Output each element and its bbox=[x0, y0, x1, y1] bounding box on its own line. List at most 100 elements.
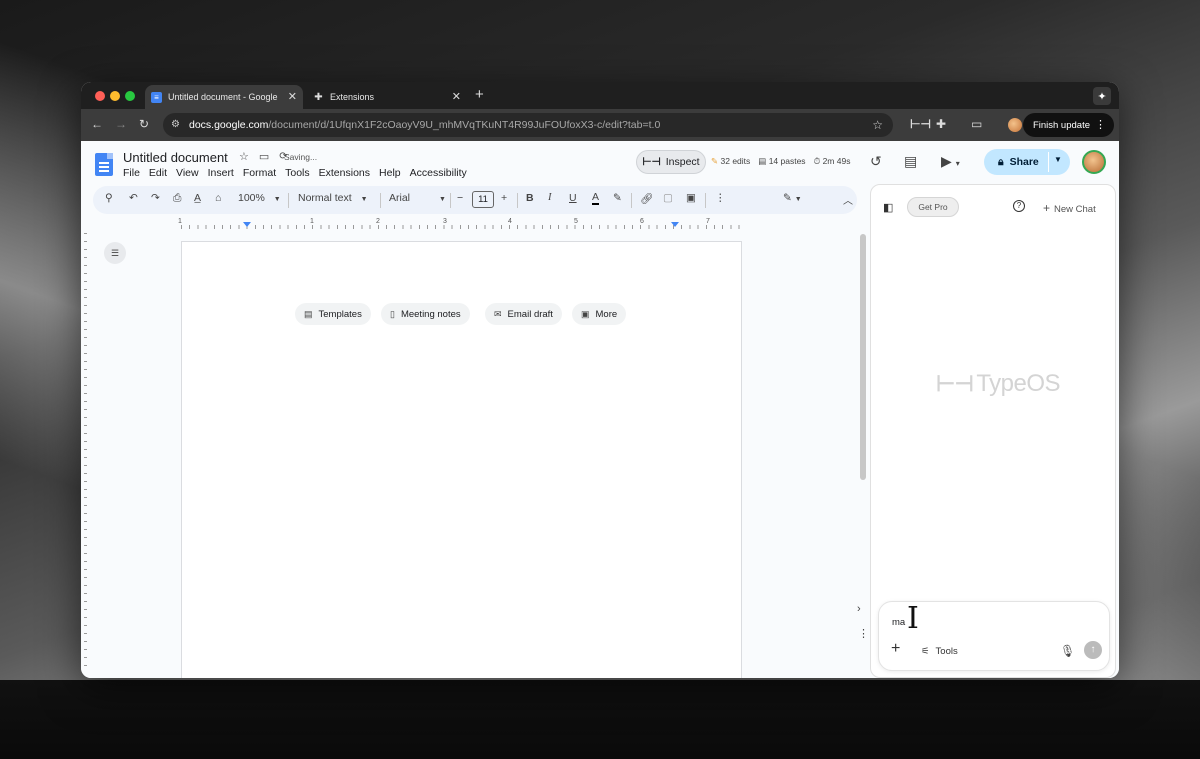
spellcheck-icon[interactable]: A̲ bbox=[194, 192, 201, 204]
address-toolbar: ← → ↻ ⚙ docs.google.com/document/d/1Ufqn… bbox=[81, 109, 1119, 141]
back-icon[interactable]: ← bbox=[91, 117, 103, 131]
new-chat-label: New Chat bbox=[1054, 204, 1096, 215]
account-avatar[interactable] bbox=[1082, 150, 1106, 174]
paint-format-icon[interactable]: ⌂ bbox=[215, 192, 221, 204]
link-icon[interactable]: 🔗︎ bbox=[640, 192, 653, 205]
chip-label: Templates bbox=[318, 308, 362, 320]
maximize-window-button[interactable] bbox=[125, 91, 135, 101]
zoom-select[interactable]: 100% ▼ bbox=[238, 192, 281, 204]
close-tab-icon[interactable]: ✕ bbox=[288, 90, 297, 103]
email-draft-chip[interactable]: ✉ Email draft bbox=[485, 303, 562, 325]
bold-icon[interactable]: B bbox=[526, 192, 534, 204]
close-tab-icon[interactable]: ✕ bbox=[452, 90, 461, 103]
style-select[interactable]: Normal text ▼ bbox=[298, 192, 368, 204]
insert-image-icon[interactable]: ▣ bbox=[686, 192, 696, 204]
ruler-number: 1 bbox=[310, 218, 314, 225]
new-chat-button[interactable]: + New Chat bbox=[1043, 201, 1096, 215]
menu-accessibility[interactable]: Accessibility bbox=[410, 167, 467, 179]
tab-title: Extensions bbox=[330, 92, 375, 102]
collapse-menus-icon[interactable]: ︿ bbox=[843, 192, 853, 207]
highlight-icon[interactable]: ✎ bbox=[613, 192, 622, 204]
font-size-input[interactable]: 11 bbox=[472, 191, 494, 208]
chevron-down-icon: ▼ bbox=[360, 196, 368, 203]
browser-menu-icon[interactable]: ⋮ bbox=[1095, 118, 1106, 131]
version-history-icon[interactable]: ↺ bbox=[870, 153, 882, 170]
redo-icon[interactable]: ↷ bbox=[151, 192, 160, 204]
sparkle-icon[interactable]: ✦ bbox=[1093, 87, 1111, 105]
add-attachment-icon[interactable]: + bbox=[891, 640, 900, 658]
star-icon[interactable]: ☆ bbox=[239, 150, 249, 163]
forward-icon[interactable]: → bbox=[115, 117, 127, 131]
menu-view[interactable]: View bbox=[176, 167, 199, 179]
new-tab-button[interactable]: + bbox=[475, 86, 484, 103]
editing-mode-icon[interactable]: ✎ ▼ bbox=[783, 192, 802, 204]
inspect-label: Inspect bbox=[665, 156, 700, 168]
print-icon[interactable]: ⎙ bbox=[173, 192, 181, 205]
tab-google-docs[interactable]: ≡ Untitled document - Google D ✕ bbox=[145, 85, 303, 109]
decrease-font-icon[interactable]: − bbox=[457, 192, 463, 204]
typeos-extension-icon[interactable]: ⊢⊣ bbox=[910, 117, 931, 131]
search-menus-icon[interactable]: ⚲ bbox=[105, 192, 113, 204]
right-indent-marker[interactable] bbox=[671, 222, 679, 227]
horizontal-ruler: 1 1 2 3 4 5 6 7 bbox=[178, 218, 861, 230]
share-button[interactable]: 🔒︎ Share ▼ bbox=[984, 149, 1070, 175]
chevron-right-icon[interactable]: › bbox=[857, 603, 861, 615]
document-title[interactable]: Untitled document bbox=[123, 150, 228, 165]
document-scrollbar[interactable] bbox=[860, 234, 866, 480]
bookmark-star-icon[interactable]: ☆ bbox=[872, 118, 883, 132]
increase-font-icon[interactable]: + bbox=[501, 192, 507, 204]
document-page[interactable]: ▤ Templates ▯ Meeting notes ✉ Email draf… bbox=[181, 241, 742, 678]
composer-input[interactable]: ma bbox=[892, 617, 905, 628]
ruler-number: 1 bbox=[178, 218, 182, 225]
chevron-down-icon: ▼ bbox=[273, 196, 281, 203]
meet-video-icon[interactable]: ▶ ▾ bbox=[941, 153, 960, 170]
comments-icon[interactable]: ▤ bbox=[904, 153, 917, 170]
share-dropdown-icon[interactable]: ▼ bbox=[1054, 155, 1062, 164]
menu-insert[interactable]: Insert bbox=[208, 167, 234, 179]
share-label: Share bbox=[1009, 156, 1039, 168]
undo-icon[interactable]: ↶ bbox=[129, 192, 138, 204]
minimize-window-button[interactable] bbox=[110, 91, 120, 101]
menu-format[interactable]: Format bbox=[243, 167, 276, 179]
more-chip[interactable]: ▣ More bbox=[572, 303, 627, 325]
document-outline-icon[interactable]: ☰ bbox=[104, 242, 126, 264]
finish-update-button[interactable]: Finish update ⋮ bbox=[1022, 113, 1114, 137]
ruler-number: 5 bbox=[574, 218, 578, 225]
tab-search-icon[interactable]: ▭ bbox=[971, 117, 982, 131]
move-folder-icon[interactable]: ▭ bbox=[259, 150, 269, 163]
tools-button[interactable]: ⚟ Tools bbox=[921, 646, 958, 657]
send-icon[interactable]: ↑ bbox=[1084, 641, 1102, 659]
templates-chip[interactable]: ▤ Templates bbox=[295, 303, 371, 325]
get-pro-button[interactable]: Get Pro bbox=[907, 197, 959, 217]
docs-logo-icon[interactable] bbox=[95, 153, 113, 176]
more-options-icon[interactable]: ⋮ bbox=[715, 192, 726, 204]
browser-window: ≡ Untitled document - Google D ✕ ✚ Exten… bbox=[81, 82, 1119, 678]
email-icon: ✉ bbox=[494, 308, 502, 319]
address-bar[interactable]: ⚙ docs.google.com/document/d/1UfqnX1F2cO… bbox=[163, 113, 893, 137]
help-icon[interactable]: ? bbox=[1013, 200, 1025, 212]
tab-extensions[interactable]: ✚ Extensions ✕ bbox=[307, 85, 467, 109]
add-comment-icon[interactable]: ▢ bbox=[663, 192, 673, 204]
left-indent-marker[interactable] bbox=[243, 222, 251, 227]
style-value: Normal text bbox=[298, 192, 352, 204]
menu-edit[interactable]: Edit bbox=[149, 167, 167, 179]
menu-help[interactable]: Help bbox=[379, 167, 401, 179]
meeting-notes-chip[interactable]: ▯ Meeting notes bbox=[381, 303, 470, 325]
text-color-icon[interactable]: A bbox=[592, 192, 600, 205]
microphone-icon[interactable]: 🎙︎ bbox=[1060, 644, 1075, 658]
profile-avatar[interactable] bbox=[1008, 118, 1022, 132]
site-info-icon[interactable]: ⚙ bbox=[171, 119, 180, 130]
extensions-icon[interactable]: ✚ bbox=[936, 117, 946, 131]
inspect-button[interactable]: ⊢⊣ Inspect bbox=[636, 150, 706, 174]
font-select[interactable]: Arial ▼ bbox=[389, 192, 446, 204]
close-window-button[interactable] bbox=[95, 91, 105, 101]
chat-composer[interactable]: ma I + ⚟ Tools 🎙︎ ↑ bbox=[878, 601, 1110, 671]
italic-icon[interactable]: I bbox=[548, 192, 552, 203]
menu-tools[interactable]: Tools bbox=[285, 167, 310, 179]
menu-file[interactable]: File bbox=[123, 167, 140, 179]
underline-icon[interactable]: U bbox=[569, 192, 577, 204]
more-vert-icon[interactable]: ⋮ bbox=[858, 627, 869, 640]
menu-extensions[interactable]: Extensions bbox=[319, 167, 370, 179]
reload-icon[interactable]: ↻ bbox=[139, 117, 149, 131]
sidebar-toggle-icon[interactable]: ◧ bbox=[883, 201, 893, 214]
